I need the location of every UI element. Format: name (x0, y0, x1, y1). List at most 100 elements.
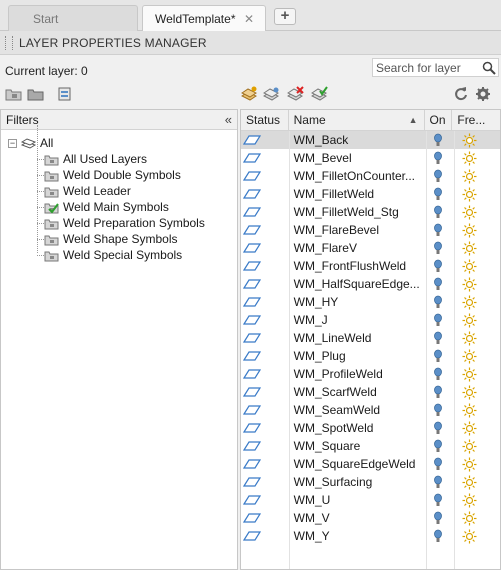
layer-row[interactable]: WM_Surfacing (241, 473, 500, 491)
layer-on-toggle[interactable] (425, 439, 453, 454)
layer-row[interactable]: WM_Back (241, 131, 500, 149)
layer-name[interactable]: WM_FlareBevel (289, 223, 425, 237)
layer-name[interactable]: WM_ProfileWeld (289, 367, 425, 381)
layer-status-cell[interactable] (241, 386, 289, 398)
refresh-icon[interactable] (452, 86, 470, 102)
layer-row[interactable]: WM_ScarfWeld (241, 383, 500, 401)
layer-freeze-toggle[interactable] (452, 187, 500, 202)
layer-status-cell[interactable] (241, 332, 289, 344)
layer-name[interactable]: WM_LineWeld (289, 331, 425, 345)
new-group-filter-icon[interactable] (27, 86, 45, 102)
layer-name[interactable]: WM_HalfSquareEdge... (289, 277, 425, 291)
layer-row[interactable]: WM_U (241, 491, 500, 509)
new-layer-icon[interactable] (240, 86, 258, 102)
filter-item[interactable]: Weld Main Symbols (1, 199, 237, 215)
filter-item[interactable]: Weld Preparation Symbols (1, 215, 237, 231)
close-icon[interactable]: ✕ (241, 12, 257, 26)
layer-name[interactable]: WM_Back (289, 133, 425, 147)
layer-status-cell[interactable] (241, 350, 289, 362)
layer-row[interactable]: WM_FilletOnCounter... (241, 167, 500, 185)
layer-row[interactable]: WM_ProfileWeld (241, 365, 500, 383)
layer-status-cell[interactable] (241, 278, 289, 290)
layer-name[interactable]: WM_FilletOnCounter... (289, 169, 425, 183)
layer-status-cell[interactable] (241, 152, 289, 164)
set-current-layer-icon[interactable] (310, 86, 328, 102)
filter-item[interactable]: Weld Special Symbols (1, 247, 237, 263)
layer-on-toggle[interactable] (425, 421, 453, 436)
layer-status-cell[interactable] (241, 530, 289, 542)
layer-status-cell[interactable] (241, 368, 289, 380)
layer-row[interactable]: WM_HalfSquareEdge... (241, 275, 500, 293)
layer-row[interactable]: WM_SpotWeld (241, 419, 500, 437)
layer-row[interactable]: WM_FilletWeld_Stg (241, 203, 500, 221)
layer-freeze-toggle[interactable] (452, 205, 500, 220)
layer-freeze-toggle[interactable] (452, 475, 500, 490)
layer-status-cell[interactable] (241, 296, 289, 308)
layer-freeze-toggle[interactable] (452, 421, 500, 436)
layer-on-toggle[interactable] (425, 313, 453, 328)
layer-status-cell[interactable] (241, 476, 289, 488)
layer-name[interactable]: WM_FlareV (289, 241, 425, 255)
layer-status-cell[interactable] (241, 314, 289, 326)
layer-freeze-toggle[interactable] (452, 223, 500, 238)
layer-states-manager-icon[interactable] (56, 86, 74, 102)
layer-row[interactable]: WM_FlareBevel (241, 221, 500, 239)
layer-name[interactable]: WM_FrontFlushWeld (289, 259, 425, 273)
search-icon[interactable] (482, 61, 496, 75)
layer-status-cell[interactable] (241, 512, 289, 524)
layer-freeze-toggle[interactable] (452, 457, 500, 472)
layer-freeze-toggle[interactable] (452, 295, 500, 310)
grip-handle-icon[interactable] (5, 35, 13, 50)
layer-freeze-toggle[interactable] (452, 367, 500, 382)
layer-status-cell[interactable] (241, 458, 289, 470)
layer-name[interactable]: WM_V (289, 511, 425, 525)
delete-layer-icon[interactable] (286, 86, 304, 102)
layer-status-cell[interactable] (241, 242, 289, 254)
layer-row[interactable]: WM_FrontFlushWeld (241, 257, 500, 275)
layer-on-toggle[interactable] (425, 205, 453, 220)
layer-name[interactable]: WM_SquareEdgeWeld (289, 457, 425, 471)
layer-row[interactable]: WM_Bevel (241, 149, 500, 167)
layer-freeze-toggle[interactable] (452, 241, 500, 256)
layer-name[interactable]: WM_J (289, 313, 425, 327)
layer-row[interactable]: WM_Square (241, 437, 500, 455)
layer-freeze-toggle[interactable] (452, 385, 500, 400)
layer-freeze-toggle[interactable] (452, 313, 500, 328)
layer-on-toggle[interactable] (425, 169, 453, 184)
tab-weldtemplate[interactable]: WeldTemplate* ✕ (142, 5, 266, 32)
layer-on-toggle[interactable] (425, 133, 453, 148)
layer-freeze-toggle[interactable] (452, 151, 500, 166)
layer-on-toggle[interactable] (425, 241, 453, 256)
layer-on-toggle[interactable] (425, 367, 453, 382)
layer-freeze-toggle[interactable] (452, 277, 500, 292)
layer-freeze-toggle[interactable] (452, 529, 500, 544)
collapse-icon[interactable]: « (225, 112, 232, 127)
column-on[interactable]: On (425, 110, 453, 131)
layer-freeze-toggle[interactable] (452, 349, 500, 364)
new-layer-vp-frozen-icon[interactable] (262, 86, 280, 102)
column-status[interactable]: Status (241, 110, 289, 131)
collapse-toggle-icon[interactable]: − (8, 138, 17, 148)
layer-name[interactable]: WM_ScarfWeld (289, 385, 425, 399)
filter-item[interactable]: Weld Double Symbols (1, 167, 237, 183)
layer-status-cell[interactable] (241, 224, 289, 236)
layer-status-cell[interactable] (241, 440, 289, 452)
layer-on-toggle[interactable] (425, 295, 453, 310)
layer-on-toggle[interactable] (425, 349, 453, 364)
palette-title-bar[interactable]: LAYER PROPERTIES MANAGER (0, 31, 501, 55)
layer-name[interactable]: WM_SeamWeld (289, 403, 425, 417)
new-tab-button[interactable]: + (274, 8, 296, 25)
layer-freeze-toggle[interactable] (452, 133, 500, 148)
layer-row[interactable]: WM_FilletWeld (241, 185, 500, 203)
column-freeze[interactable]: Fre... (452, 110, 500, 131)
layer-on-toggle[interactable] (425, 457, 453, 472)
layer-status-cell[interactable] (241, 134, 289, 146)
filter-item[interactable]: All Used Layers (1, 151, 237, 167)
layer-status-cell[interactable] (241, 206, 289, 218)
layer-row[interactable]: WM_SeamWeld (241, 401, 500, 419)
layer-freeze-toggle[interactable] (452, 169, 500, 184)
layer-on-toggle[interactable] (425, 151, 453, 166)
layer-name[interactable]: WM_Square (289, 439, 425, 453)
layer-name[interactable]: WM_SpotWeld (289, 421, 425, 435)
layer-status-cell[interactable] (241, 188, 289, 200)
